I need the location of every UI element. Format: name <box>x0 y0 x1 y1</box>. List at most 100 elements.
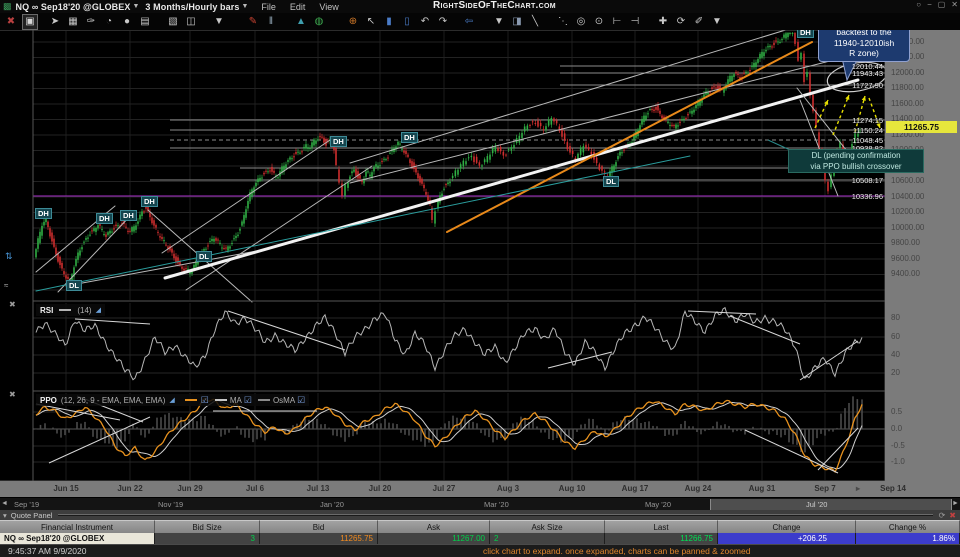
redo-icon[interactable]: ↷ <box>436 15 450 29</box>
pyramid-icon[interactable]: ▲ <box>294 15 308 29</box>
chart-canvas[interactable] <box>0 0 960 557</box>
timeframe-dropdown-icon[interactable]: ▼ <box>241 3 248 10</box>
quote-panel-close-icon[interactable]: ✖ <box>949 511 956 520</box>
time-axis[interactable]: ▸ Jun 15 Jun 22 Jun 29 Jul 6 Jul 13 Jul 20 Jul… <box>0 481 960 497</box>
rsi-header: RSI (14) ◢ <box>36 304 105 316</box>
site-logo: RightSideOfTheChart.com <box>433 0 556 11</box>
more-dropdown-icon[interactable]: ▼ <box>710 15 724 29</box>
legend-checkbox[interactable]: ☑ <box>244 395 252 405</box>
ppo-header: PPO (12, 26, 9 - EMA, EMA, EMA) ◢ ☑ MA ☑ Os… <box>36 394 310 406</box>
stamp-tool-icon[interactable]: ✑ <box>84 15 98 29</box>
target-icon[interactable]: ⊕ <box>346 15 360 29</box>
scrollbar-range-label: Mar '20 <box>484 500 509 509</box>
quote-column-header: Ask <box>378 520 490 533</box>
wave-tool-icon[interactable]: ≈ <box>4 281 8 290</box>
time-axis-label: Jul 6 <box>245 484 265 493</box>
legend-checkbox[interactable]: ☑ <box>297 395 305 405</box>
price-level-tag: 10508.17 <box>851 176 883 185</box>
snapshot-icon[interactable]: ▧ <box>166 15 180 29</box>
dl-note-line: via PPO bullish crossover <box>810 162 902 171</box>
minimize-button[interactable]: − <box>927 0 932 9</box>
status-hint: click chart to expand. once expanded, ch… <box>483 546 751 556</box>
tile-windows-icon[interactable]: ◫ <box>184 15 198 29</box>
volume-bars-icon[interactable]: ‖ <box>264 15 278 29</box>
circle-tool-icon[interactable]: ● <box>120 15 134 29</box>
indicator-menu-icon[interactable]: ◢ <box>169 396 174 404</box>
refresh-icon[interactable]: ⟳ <box>939 511 946 520</box>
dh-marker: DH <box>35 208 52 219</box>
menu-edit[interactable]: Edit <box>290 2 306 12</box>
time-axis-label: Sep 7 <box>814 484 836 493</box>
extend-left-icon[interactable]: ⊢ <box>610 15 624 29</box>
scroll-left-button[interactable]: ◄ <box>0 498 9 510</box>
symbol-dropdown-icon[interactable]: ▼ <box>132 3 139 10</box>
price-axis[interactable]: 12400.0012200.0012000.0011800.0011600.00… <box>885 30 960 481</box>
dl-confirmation-note[interactable]: DL (pending confirmation via PPO bullish … <box>788 149 924 173</box>
tools-icon[interactable]: ✐ <box>692 15 706 29</box>
quote-panel-title: Quote Panel <box>10 510 53 520</box>
time-axis-label: Sep 14 <box>880 484 906 493</box>
layout-dropdown-icon[interactable]: ▼ <box>212 15 226 29</box>
price-axis-label: 10200.00 <box>891 207 925 216</box>
globe-icon[interactable]: ◍ <box>312 15 326 29</box>
scrollbar-thumb[interactable] <box>710 499 952 510</box>
ppo-axis-label: -0.5 <box>891 441 905 450</box>
ppo-axis-label: 0.5 <box>891 407 903 416</box>
multi-trendline-icon[interactable]: ⋱ <box>556 15 570 29</box>
grid-layout-icon[interactable]: ▦ <box>66 15 80 29</box>
price-axis-label: 12000.00 <box>891 68 925 77</box>
legend-label: OsMA <box>272 395 296 405</box>
title-bar: ▩ NQ ∞ Sep18'20 @GLOBEX ▼ 3 Months/Hourl… <box>0 0 960 13</box>
quote-column-header: Ask Size <box>490 520 605 533</box>
close-button[interactable]: ✕ <box>951 0 958 9</box>
ppo-close-icon[interactable]: ✖ <box>9 390 16 399</box>
status-timestamp: 9:45:37 AM 9/9/2020 <box>8 546 87 556</box>
quote-panel-header: ▾ Quote Panel ⟳ ✖ <box>0 510 960 520</box>
maximize-button[interactable]: ▢ <box>938 0 946 9</box>
panel-icon[interactable]: ◨ <box>510 15 524 29</box>
extend-right-icon[interactable]: ⊣ <box>628 15 642 29</box>
time-scrollbar[interactable]: ◄ ► Sep '19 Nov '19 Jan '20 Mar '20 May '20 J… <box>0 497 960 511</box>
rotate-icon[interactable]: ⟳ <box>674 15 688 29</box>
menu-view[interactable]: View <box>319 2 338 12</box>
pointer-tool-icon[interactable]: ➤ <box>48 15 62 29</box>
pie-tool-icon[interactable]: ◔ <box>102 15 116 29</box>
undo-icon[interactable]: ↶ <box>418 15 432 29</box>
callout-line: 11940-12010ish <box>833 37 895 48</box>
quote-column-header: Change <box>718 520 856 533</box>
timeframe-button[interactable]: 3 Months/Hourly bars <box>145 2 239 12</box>
dh-marker: DH <box>330 136 347 147</box>
time-axis-label: Aug 17 <box>621 484 649 493</box>
scroll-right-button[interactable]: ► <box>951 498 960 510</box>
back-icon[interactable]: ⇦ <box>462 15 476 29</box>
rsi-close-icon[interactable]: ✖ <box>9 300 16 309</box>
legend-label: MA <box>229 395 242 405</box>
center-view-icon[interactable]: ✚ <box>656 15 670 29</box>
zoom-out-icon[interactable]: ⊙ <box>592 15 606 29</box>
marquee-select-icon[interactable]: ▣ <box>22 13 38 30</box>
legend-checkbox[interactable]: ☑ <box>201 395 209 405</box>
price-axis-label: 11800.00 <box>891 83 924 92</box>
legend-swatch <box>257 399 270 402</box>
rsi-axis-label: 60 <box>891 332 900 341</box>
crosshair-pointer-icon[interactable]: ↖ <box>364 15 378 29</box>
insert-column-alt-icon[interactable]: ▯ <box>400 15 414 29</box>
indicator-menu-icon[interactable]: ◢ <box>96 306 101 314</box>
quote-panel: ▾ Quote Panel ⟳ ✖ Financial Instrument Bi… <box>0 510 960 544</box>
quote-cell: 2 <box>490 533 605 544</box>
image-tool-icon[interactable]: ▤ <box>138 15 152 29</box>
annotate-icon[interactable]: ✎ <box>246 15 260 29</box>
symbol-button[interactable]: NQ ∞ Sep18'20 @GLOBEX <box>16 2 131 12</box>
pin-icon[interactable]: ○ <box>916 0 921 9</box>
close-chart-icon[interactable]: ✖ <box>4 15 18 29</box>
trading-app-window: ▩ NQ ∞ Sep18'20 @GLOBEX ▼ 3 Months/Hourl… <box>0 0 960 557</box>
quote-panel-collapse-icon[interactable]: ▾ <box>3 511 7 520</box>
rsi-line-swatch <box>59 309 72 311</box>
trendline-tool-icon[interactable]: ╲ <box>528 15 542 29</box>
time-axis-label: Jun 22 <box>117 484 143 493</box>
insert-column-icon[interactable]: ▮ <box>382 15 396 29</box>
filter-dropdown-icon[interactable]: ▼ <box>492 15 506 29</box>
menu-file[interactable]: File <box>261 2 276 12</box>
zoom-in-icon[interactable]: ◎ <box>574 15 588 29</box>
price-scale-tool-icon[interactable]: ⇅ <box>5 251 13 262</box>
